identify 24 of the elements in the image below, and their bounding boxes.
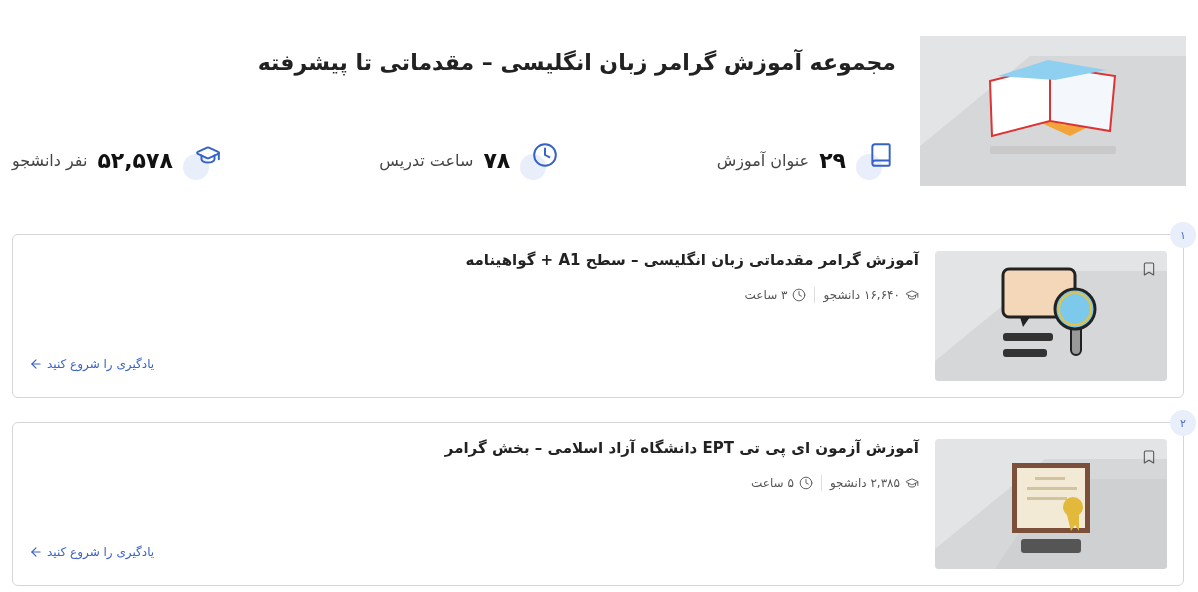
clock-icon	[798, 476, 813, 490]
start-learning-link[interactable]: یادگیری را شروع کنید	[29, 357, 155, 371]
start-learning-link[interactable]: یادگیری را شروع کنید	[29, 545, 155, 559]
bookmark-button[interactable]	[1141, 261, 1157, 277]
collection-title: مجموعه آموزش گرامر زبان انگلیسی – مقدماتی تا پیشرفته	[256, 50, 896, 75]
student-count: ۲,۳۸۵ دانشجو	[829, 476, 900, 490]
bookmark-button[interactable]	[1141, 449, 1157, 465]
course-title: آموزش آزمون ای پی تی EPT دانشگاه آزاد اسلامی – بخش گرامر	[443, 439, 919, 457]
index-badge: ۲	[1170, 410, 1196, 436]
stat-label: عنوان آموزش	[716, 150, 810, 170]
stat-label: نفر دانشجو	[12, 150, 88, 170]
clock-icon	[792, 288, 807, 302]
stat-value: ۵۲,۵۷۸	[97, 147, 173, 173]
stat-label: ساعت تدریس	[379, 150, 474, 170]
stat-value: ۲۹	[819, 147, 846, 173]
graduation-cap-icon	[905, 288, 919, 302]
course-duration: ۵ ساعت	[751, 476, 794, 490]
course-title: آموزش گرامر مقدماتی زبان انگلیسی – سطح A1 + گواهینامه	[464, 251, 919, 269]
course-duration: ۳ ساعت	[744, 288, 788, 302]
stat-value: ۷۸	[483, 147, 511, 173]
index-badge: ۱	[1170, 222, 1196, 248]
graduation-cap-icon	[905, 476, 919, 490]
arrow-left-icon	[29, 357, 43, 371]
student-count: ۱۶,۶۴۰ دانشجو	[823, 288, 900, 302]
